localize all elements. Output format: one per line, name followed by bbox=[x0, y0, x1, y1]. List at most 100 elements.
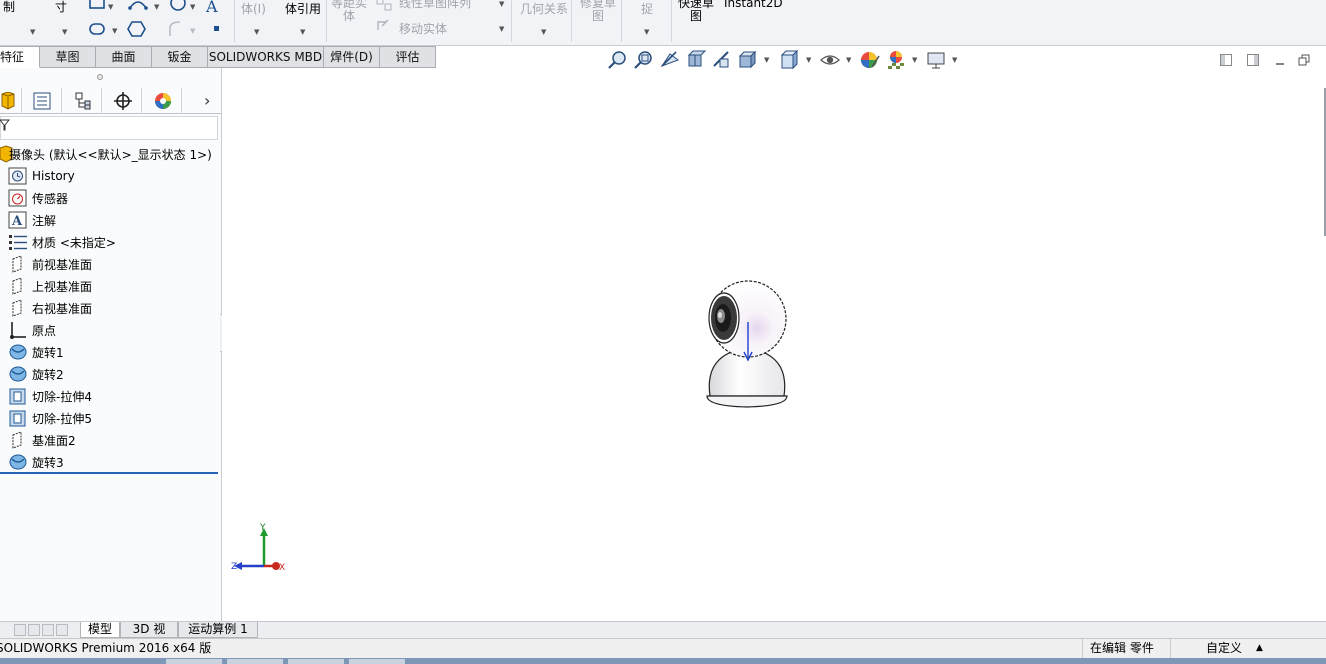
dropdown-arrow-icon[interactable]: ▼ bbox=[254, 28, 259, 36]
ribbon-convert-entities-label[interactable]: 体(I) bbox=[241, 3, 266, 15]
ribbon-instant2d-label[interactable]: Instant2D bbox=[724, 0, 783, 9]
tree-item-annotations[interactable]: A 注解 bbox=[8, 210, 56, 230]
ribbon-linear-pattern-label[interactable]: 线性草图阵列 bbox=[399, 0, 471, 9]
tree-item-label: 材质 <未指定> bbox=[32, 235, 116, 250]
tree-item-history[interactable]: History bbox=[8, 166, 75, 186]
unit-system[interactable]: 自定义 bbox=[1206, 639, 1242, 658]
zoom-to-fit-icon[interactable] bbox=[608, 50, 628, 70]
taskbar-app-button[interactable] bbox=[166, 659, 222, 664]
material-icon bbox=[9, 235, 27, 250]
tab-configurationmanager[interactable] bbox=[62, 88, 102, 114]
sketch-tools-icons[interactable]: ▼ ▼ ▼ A ▼ ▼ bbox=[86, 0, 236, 40]
plane-icon bbox=[12, 431, 22, 449]
ribbon-smart-dimension-label[interactable]: 寸 bbox=[55, 1, 67, 13]
tab-displaymanager[interactable] bbox=[142, 88, 182, 114]
ribbon-repair-sketch-label[interactable]: 修复草 bbox=[580, 0, 616, 9]
dropdown-arrow-icon[interactable]: ▼ bbox=[912, 56, 917, 64]
tile-right-icon[interactable] bbox=[1247, 54, 1259, 66]
tree-item-plane2[interactable]: 基准面2 bbox=[8, 430, 76, 450]
ribbon-sketch-label[interactable]: 制 bbox=[3, 1, 15, 13]
tab-sketch[interactable]: 草图 bbox=[40, 46, 96, 68]
tree-item-sensors[interactable]: 传感器 bbox=[8, 188, 68, 208]
hide-show-items-icon[interactable] bbox=[820, 50, 840, 70]
dropdown-arrow-icon[interactable]: ▼ bbox=[499, 0, 504, 8]
ribbon-quick-snaps-label[interactable]: 捉 bbox=[641, 3, 653, 15]
tab-3d-view[interactable]: 3D 视图 bbox=[120, 622, 178, 651]
tab-mbd[interactable]: SOLIDWORKS MBD bbox=[208, 46, 324, 68]
tab-sheet-metal[interactable]: 钣金 bbox=[152, 46, 208, 68]
dropdown-arrow-icon[interactable]: ▼ bbox=[806, 56, 811, 64]
dropdown-arrow-icon[interactable]: ▼ bbox=[499, 25, 504, 33]
taskbar-app-button[interactable] bbox=[349, 659, 405, 664]
tile-left-icon[interactable] bbox=[1220, 54, 1232, 66]
graphics-area[interactable]: Y Z X bbox=[222, 70, 1326, 622]
dropdown-arrow-icon[interactable]: ▼ bbox=[644, 28, 649, 36]
tree-item-origin[interactable]: 原点 bbox=[8, 320, 56, 340]
tree-root-part[interactable]: 摄像头 (默认<<默认>_显示状态 1>) bbox=[0, 144, 212, 164]
taskbar-app-button[interactable] bbox=[227, 659, 283, 664]
ribbon-relations-label[interactable]: 几何关系 bbox=[520, 3, 568, 15]
dropdown-arrow-icon[interactable]: ▼ bbox=[62, 28, 67, 36]
tree-item-revolve1[interactable]: 旋转1 bbox=[8, 342, 64, 362]
display-manager-icon bbox=[155, 93, 171, 109]
dropdown-arrow-icon[interactable]: ▼ bbox=[300, 28, 305, 36]
tab-weldments[interactable]: 焊件(D) bbox=[324, 46, 380, 68]
ribbon-rapid-sketch-label[interactable]: 快速草 bbox=[678, 0, 714, 9]
view-orientation-icon[interactable] bbox=[738, 50, 758, 70]
tab-propertymanager[interactable] bbox=[22, 88, 62, 114]
panel-collapse-handle[interactable] bbox=[97, 74, 103, 80]
tab-evaluate[interactable]: 评估 bbox=[380, 46, 436, 68]
cut-extrude-icon bbox=[9, 410, 26, 427]
edit-appearance-icon[interactable] bbox=[860, 50, 880, 70]
tree-item-revolve2[interactable]: 旋转2 bbox=[8, 364, 64, 384]
tab-features[interactable]: 特征 bbox=[0, 46, 40, 68]
tree-item-right-plane[interactable]: 右视基准面 bbox=[8, 298, 92, 318]
section-view-icon[interactable] bbox=[686, 50, 706, 70]
tree-item-cut-extrude5[interactable]: 切除-拉伸5 bbox=[8, 408, 92, 428]
tab-featuremanager[interactable] bbox=[0, 88, 22, 114]
dropdown-arrow-icon[interactable]: ▼ bbox=[846, 56, 851, 64]
tab-dimxpertmanager[interactable] bbox=[102, 88, 142, 114]
dynamic-annotation-views-icon[interactable] bbox=[712, 50, 732, 70]
tab-model[interactable]: 模型 bbox=[80, 622, 120, 638]
apply-scene-icon[interactable] bbox=[886, 50, 906, 70]
tree-item-material[interactable]: 材质 <未指定> bbox=[8, 232, 116, 252]
dropdown-arrow-icon[interactable]: ▼ bbox=[541, 28, 546, 36]
tab-motion-study[interactable]: 运动算例 1 bbox=[178, 622, 258, 638]
tree-item-label: History bbox=[32, 169, 75, 183]
tree-item-label: 切除-拉伸5 bbox=[32, 411, 92, 426]
previous-view-icon[interactable] bbox=[660, 50, 680, 70]
ribbon-repair-sketch-label-2[interactable]: 图 bbox=[592, 10, 604, 22]
next-tab-button[interactable] bbox=[42, 624, 54, 636]
rollback-bar[interactable] bbox=[0, 472, 218, 474]
svg-text:A: A bbox=[11, 214, 23, 229]
windows-taskbar bbox=[0, 658, 1326, 664]
restore-icon[interactable] bbox=[1298, 54, 1310, 66]
zoom-to-area-icon[interactable] bbox=[634, 50, 654, 70]
display-style-icon[interactable] bbox=[780, 50, 800, 70]
ribbon-offset-surface-label[interactable]: 等距实 bbox=[331, 0, 367, 9]
tree-item-cut-extrude4[interactable]: 切除-拉伸4 bbox=[8, 386, 92, 406]
view-settings-icon[interactable] bbox=[926, 50, 946, 70]
dropdown-arrow-icon[interactable]: ▼ bbox=[30, 28, 35, 36]
ribbon-rapid-sketch-label-2[interactable]: 图 bbox=[690, 10, 702, 22]
ribbon-offset-entities-label[interactable]: 体引用 bbox=[285, 3, 321, 15]
first-tab-button[interactable] bbox=[14, 624, 26, 636]
previous-tab-button[interactable] bbox=[28, 624, 40, 636]
unit-system-caret-icon[interactable]: ▲ bbox=[1256, 639, 1263, 658]
dropdown-arrow-icon[interactable]: ▼ bbox=[952, 56, 957, 64]
chevron-right-icon[interactable]: › bbox=[204, 91, 210, 110]
taskbar-app-button[interactable] bbox=[288, 659, 344, 664]
camera-model[interactable] bbox=[692, 270, 802, 420]
tree-item-front-plane[interactable]: 前视基准面 bbox=[8, 254, 92, 274]
ribbon-offset-surface-label-2[interactable]: 体 bbox=[343, 10, 355, 22]
tree-item-top-plane[interactable]: 上视基准面 bbox=[8, 276, 92, 296]
tree-filter-box[interactable] bbox=[0, 116, 218, 140]
minimize-icon[interactable] bbox=[1274, 54, 1286, 66]
ribbon-move-entities-label[interactable]: 移动实体 bbox=[399, 23, 447, 35]
tree-item-revolve3[interactable]: 旋转3 bbox=[8, 452, 64, 472]
dropdown-arrow-icon[interactable]: ▼ bbox=[764, 56, 769, 64]
svg-text:▼: ▼ bbox=[112, 27, 118, 35]
last-tab-button[interactable] bbox=[56, 624, 68, 636]
tab-surfaces[interactable]: 曲面 bbox=[96, 46, 152, 68]
